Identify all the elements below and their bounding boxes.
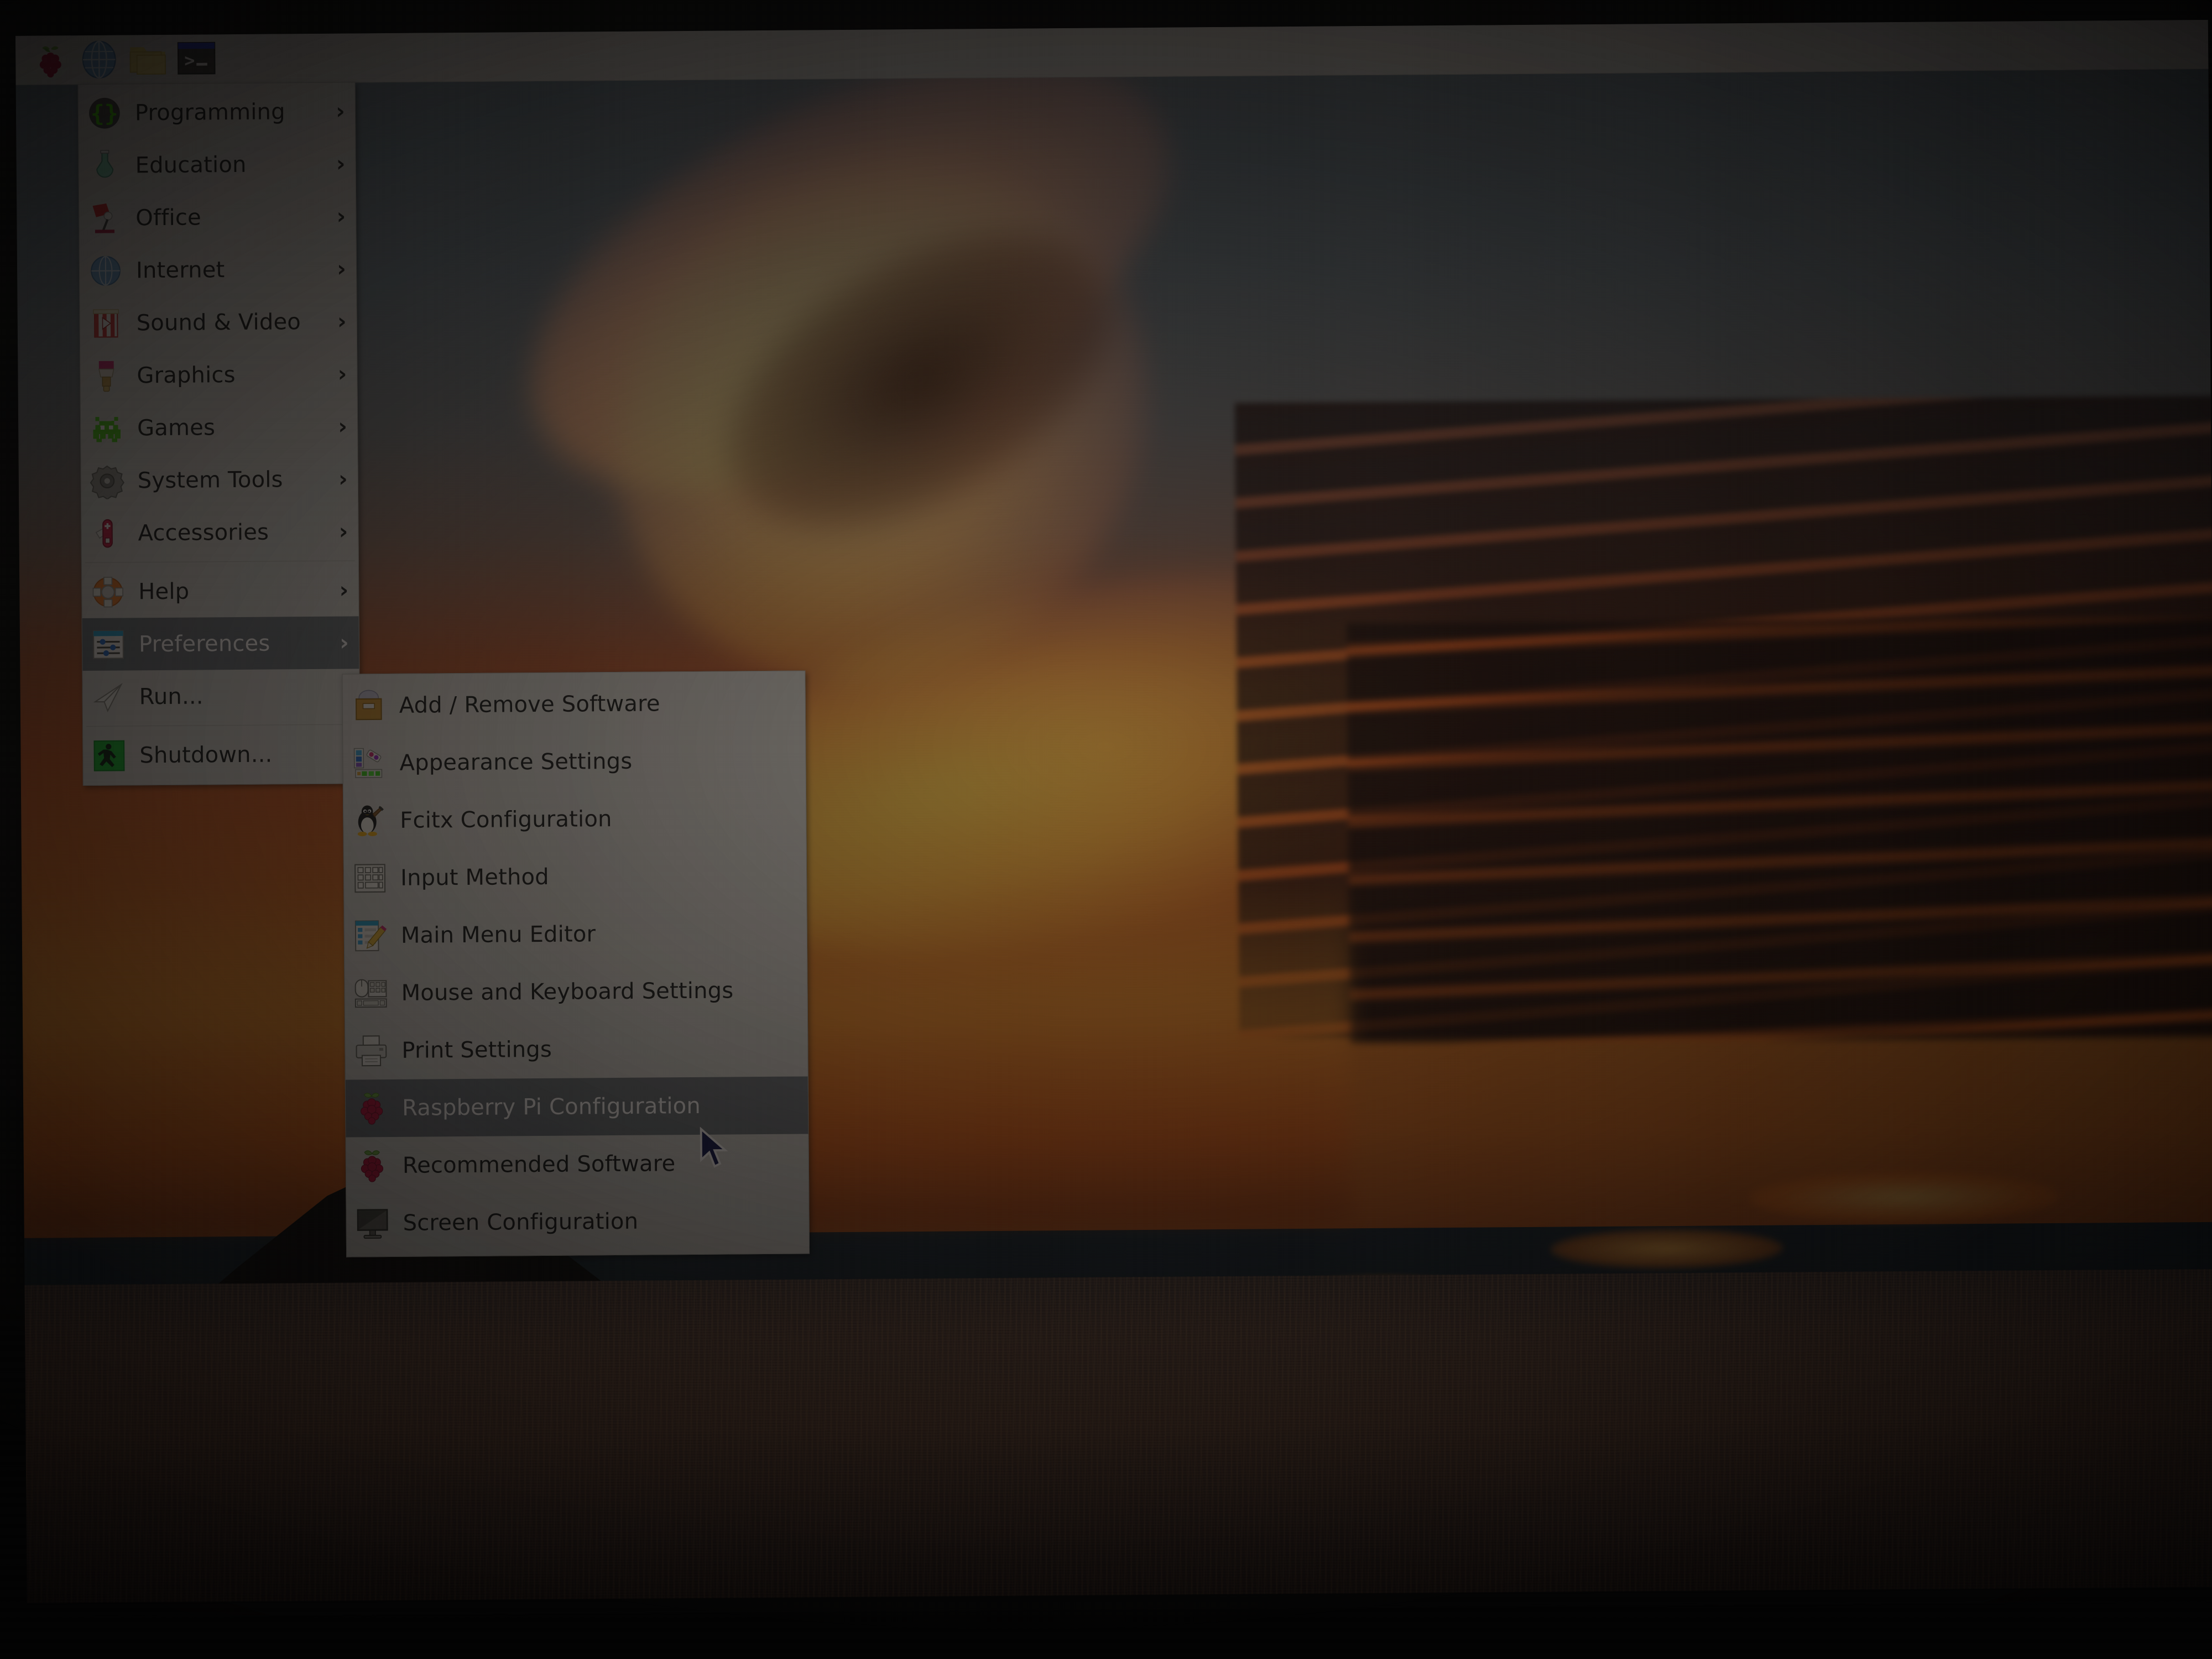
appearance-icon <box>351 745 387 781</box>
terminal-icon[interactable]: > <box>175 37 218 81</box>
system-tools-icon <box>89 462 126 499</box>
chevron-right-icon: › <box>338 361 347 387</box>
menu-separator <box>86 724 356 727</box>
chevron-right-icon: › <box>336 204 346 229</box>
menu-item-graphics[interactable]: Graphics › <box>80 347 357 402</box>
chevron-right-icon: › <box>338 414 347 439</box>
file-manager-icon[interactable] <box>126 38 170 81</box>
submenu-item-print-settings[interactable]: Print Settings <box>345 1019 808 1079</box>
chevron-right-icon: › <box>337 256 346 281</box>
games-icon <box>88 410 125 446</box>
menu-item-label: Graphics <box>137 361 338 388</box>
mouse-keyboard-icon <box>352 975 389 1011</box>
menu-item-games[interactable]: Games › <box>81 400 358 455</box>
chevron-right-icon: › <box>336 151 346 176</box>
web-browser-icon[interactable] <box>77 38 121 82</box>
submenu-item-label: Add / Remove Software <box>399 690 799 718</box>
submenu-item-screen-configuration[interactable]: Screen Configuration <box>346 1191 809 1252</box>
programming-icon: {} <box>86 95 123 131</box>
menu-item-label: Preferences <box>139 630 340 657</box>
submenu-item-main-menu-editor[interactable]: Main Menu Editor <box>344 904 807 964</box>
raspberry-menu-icon[interactable] <box>29 38 72 82</box>
menu-item-preferences[interactable]: Preferences › <box>82 616 359 671</box>
svg-text:{}: {} <box>91 100 118 126</box>
submenu-item-add-remove-software[interactable]: Add / Remove Software <box>342 674 805 734</box>
menu-item-internet[interactable]: Internet › <box>80 242 357 297</box>
tux-penguin-icon <box>351 802 388 839</box>
keypad-icon <box>352 860 388 896</box>
sound-video-icon <box>87 305 124 341</box>
accessories-icon <box>89 515 126 551</box>
main-menu[interactable]: {} Programming › Education › <box>78 82 361 786</box>
submenu-item-label: Input Method <box>400 863 800 891</box>
submenu-item-fcitx-configuration[interactable]: Fcitx Configuration <box>343 789 806 849</box>
menu-item-education[interactable]: Education › <box>79 137 356 192</box>
submenu-item-label: Recommended Software <box>403 1150 802 1178</box>
chevron-right-icon: › <box>336 98 345 124</box>
internet-icon <box>87 252 124 289</box>
menu-item-label: System Tools <box>138 466 339 493</box>
menu-item-label: Help <box>138 577 340 604</box>
menu-item-office[interactable]: Office › <box>79 190 356 244</box>
chevron-right-icon: › <box>339 519 348 544</box>
submenu-item-recommended-software[interactable]: Recommended Software <box>346 1134 809 1194</box>
menu-item-label: Sound & Video <box>137 309 338 336</box>
menu-item-label: Programming <box>135 98 336 126</box>
menu-item-label: Run... <box>139 682 349 709</box>
submenu-item-raspberry-pi-configuration[interactable]: Raspberry Pi Configuration <box>346 1076 808 1137</box>
chevron-right-icon: › <box>337 309 347 334</box>
shutdown-icon <box>91 737 127 774</box>
office-icon <box>87 200 123 236</box>
menu-item-run[interactable]: Run... <box>82 669 359 723</box>
submenu-item-input-method[interactable]: Input Method <box>344 846 807 907</box>
menu-item-label: Education <box>135 151 336 178</box>
svg-text:>: > <box>184 51 195 71</box>
menu-item-sound-video[interactable]: Sound & Video › <box>80 295 357 349</box>
mouse-pointer <box>697 1127 729 1171</box>
water-sparkles <box>24 1269 2212 1618</box>
preferences-submenu[interactable]: Add / Remove Software <box>342 670 810 1257</box>
education-icon <box>86 147 123 184</box>
monitor-screen: > {} Programming › <box>15 20 2212 1618</box>
menu-item-label: Internet <box>136 256 337 283</box>
monitor-icon <box>354 1205 390 1241</box>
submenu-item-label: Mouse and Keyboard Settings <box>401 978 800 1006</box>
submenu-item-appearance-settings[interactable]: Appearance Settings <box>343 731 806 792</box>
help-icon <box>90 573 126 610</box>
raspberry-icon <box>354 1147 390 1184</box>
graphics-icon <box>88 357 124 394</box>
submenu-item-label: Screen Configuration <box>403 1208 802 1236</box>
cloud-streaks-right-2 <box>1347 617 2212 1044</box>
preferences-icon <box>90 626 127 662</box>
run-icon <box>90 679 127 715</box>
submenu-item-label: Fcitx Configuration <box>400 805 799 833</box>
submenu-item-label: Main Menu Editor <box>401 920 800 948</box>
printer-icon <box>353 1032 389 1069</box>
package-box-icon <box>351 687 387 724</box>
menu-item-accessories[interactable]: Accessories › <box>81 505 358 560</box>
chevron-right-icon: › <box>339 577 348 603</box>
raspberry-icon <box>353 1090 390 1126</box>
photo-of-monitor: > {} Programming › <box>0 0 2212 1659</box>
menu-item-label: Office <box>135 204 337 231</box>
chevron-right-icon: › <box>338 466 348 492</box>
submenu-item-mouse-keyboard-settings[interactable]: Mouse and Keyboard Settings <box>345 961 807 1022</box>
submenu-item-label: Raspberry Pi Configuration <box>402 1093 801 1121</box>
menu-item-system-tools[interactable]: System Tools › <box>81 452 358 507</box>
chevron-right-icon: › <box>340 630 349 655</box>
menu-item-shutdown[interactable]: Shutdown... <box>83 727 360 782</box>
menu-item-help[interactable]: Help › <box>82 564 359 618</box>
submenu-item-label: Print Settings <box>401 1035 801 1063</box>
menu-item-label: Shutdown... <box>139 741 349 768</box>
submenu-item-label: Appearance Settings <box>399 748 799 776</box>
menu-item-programming[interactable]: {} Programming › <box>79 85 356 139</box>
menu-item-label: Games <box>137 414 338 441</box>
menu-separator <box>85 560 355 563</box>
menu-editor-icon <box>352 917 389 954</box>
menu-item-label: Accessories <box>138 519 339 546</box>
